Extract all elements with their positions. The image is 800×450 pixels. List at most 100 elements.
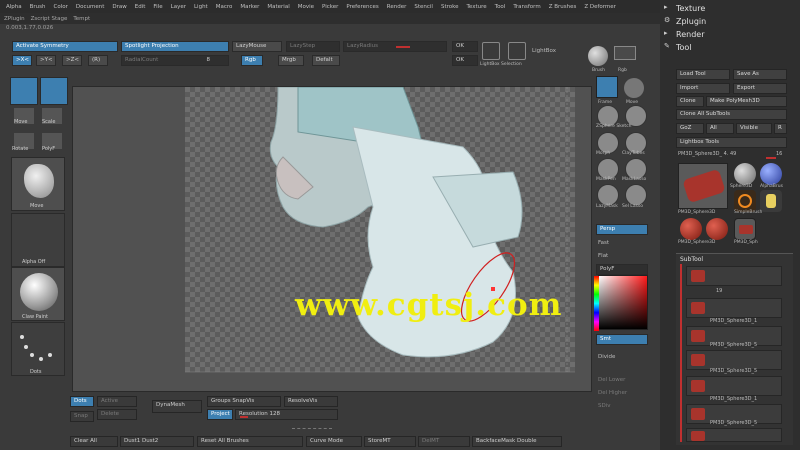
clear-all-button[interactable]: Clear All xyxy=(70,436,118,447)
dots-button[interactable]: Dots xyxy=(70,396,94,407)
delete-button[interactable]: Delete xyxy=(97,409,137,420)
make-polymesh-button[interactable]: Make PolyMesh3D xyxy=(706,96,787,107)
menu-item-movie[interactable]: Movie xyxy=(294,4,318,10)
del-higher-label[interactable]: Del Higher xyxy=(598,390,627,396)
brush-sphere-icon[interactable] xyxy=(588,46,608,66)
menu-item-light[interactable]: Light xyxy=(190,4,212,10)
sphere3d-thumb[interactable] xyxy=(734,163,756,185)
menu-item-brush[interactable]: Brush xyxy=(26,4,50,10)
snap-button[interactable]: Snap xyxy=(70,411,94,422)
symmetry-z-button[interactable]: >Z< xyxy=(62,55,82,66)
resolution-slider[interactable]: Resolution 128 xyxy=(235,409,338,420)
goz-button[interactable]: GoZ xyxy=(676,123,704,134)
subtool-item-6[interactable] xyxy=(686,428,782,442)
menu-item-picker[interactable]: Picker xyxy=(318,4,342,10)
document-icon[interactable] xyxy=(482,42,500,60)
clone-button[interactable]: Clone xyxy=(676,96,704,107)
frame-icon[interactable] xyxy=(596,76,618,98)
render-palette-title[interactable]: Render xyxy=(676,30,704,39)
menu-item-material[interactable]: Material xyxy=(263,4,293,10)
goz-r-button[interactable]: R xyxy=(774,123,787,134)
lightbox-tools-button[interactable]: Lightbox Tools xyxy=(676,137,787,148)
spotlight-projection-button[interactable]: Spotlight Projection xyxy=(121,41,229,52)
menu-item-alpha[interactable]: Alpha xyxy=(2,4,26,10)
menu-item-stroke[interactable]: Stroke xyxy=(437,4,463,10)
rgb-button[interactable]: Rgb xyxy=(241,55,263,66)
menu-item-render[interactable]: Render xyxy=(383,4,411,10)
viewport-canvas[interactable]: www.cgtsj.com xyxy=(72,86,592,392)
menu-item-edit[interactable]: Edit xyxy=(131,4,150,10)
menu-item-tool[interactable]: Tool xyxy=(491,4,510,10)
sphere-thumb-b[interactable] xyxy=(706,218,728,240)
export-button[interactable]: Export xyxy=(733,83,787,94)
goz-all-button[interactable]: All xyxy=(706,123,734,134)
del-lower-label[interactable]: Del Lower xyxy=(598,377,625,383)
draw-mode-icon[interactable] xyxy=(10,77,38,105)
subtool-item-4[interactable] xyxy=(686,376,782,396)
menu-item-z-brushes[interactable]: Z Brushes xyxy=(545,4,581,10)
project-button[interactable]: Project xyxy=(207,409,233,420)
menu-item-file[interactable]: File xyxy=(149,4,166,10)
lazymouse-button[interactable]: LazyMouse xyxy=(232,41,282,52)
symmetry-r-button[interactable]: (R) xyxy=(88,55,108,66)
zplugin-palette-title[interactable]: Zplugin xyxy=(676,17,706,26)
dynamesh-button[interactable]: DynaMesh xyxy=(152,400,202,413)
subtool-scrollbar[interactable] xyxy=(680,264,682,442)
delmt-button[interactable]: DelMT xyxy=(418,436,470,447)
save-as-button[interactable]: Save As xyxy=(733,69,787,80)
layout-icon[interactable] xyxy=(614,46,636,60)
subtool-item-0[interactable] xyxy=(686,266,782,286)
ok-bottom-button[interactable]: OK xyxy=(452,55,478,66)
storemt-button[interactable]: StoreMT xyxy=(364,436,416,447)
smt-button[interactable]: Smt xyxy=(596,334,648,345)
menu-item-transform[interactable]: Transform xyxy=(509,4,544,10)
sdiv-label[interactable]: SDiv xyxy=(598,403,611,409)
hue-strip[interactable] xyxy=(594,276,599,331)
symmetry-y-button[interactable]: >Y< xyxy=(36,55,56,66)
menu-item-stencil[interactable]: Stencil xyxy=(410,4,437,10)
menu-item-preferences[interactable]: Preferences xyxy=(342,4,382,10)
simplebrush-thumb[interactable] xyxy=(760,190,782,212)
flat-label[interactable]: Flat xyxy=(598,253,608,259)
activate-symmetry-button[interactable]: Activate Symmetry xyxy=(12,41,118,52)
zsphere-thumb[interactable] xyxy=(734,190,756,212)
radialcount-slider[interactable]: RadialCount 8 xyxy=(121,55,229,66)
active-button[interactable]: Active xyxy=(97,396,137,407)
groups-snapvis-button[interactable]: Groups SnapVis xyxy=(207,396,281,407)
backfacemask-button[interactable]: BackfaceMask Double xyxy=(472,436,562,447)
menu-item-texture[interactable]: Texture xyxy=(463,4,491,10)
current-tool-thumbnail[interactable] xyxy=(678,163,728,209)
resolvevis-button[interactable]: ResolveVis xyxy=(284,396,338,407)
tool-palette-title[interactable]: Tool xyxy=(676,43,692,52)
pm3d-thumb[interactable] xyxy=(734,218,756,240)
load-tool-button[interactable]: Load Tool xyxy=(676,69,730,80)
curve-mode-button[interactable]: Curve Mode xyxy=(306,436,362,447)
subtool-title[interactable]: SubTool xyxy=(680,256,703,263)
clone-all-subtools-button[interactable]: Clone All SubTools xyxy=(676,109,787,120)
divide-label[interactable]: Divide xyxy=(598,354,615,360)
sellasso-brush-icon[interactable] xyxy=(625,184,647,206)
sub-menu-item-0[interactable]: ZPlugin xyxy=(4,16,25,22)
polyf-button[interactable]: PolyF xyxy=(596,264,648,275)
stroke-thumbnail[interactable] xyxy=(11,322,65,376)
lazymask-brush-icon[interactable] xyxy=(597,184,619,206)
import-button[interactable]: Import xyxy=(676,83,730,94)
material-thumbnail[interactable] xyxy=(11,267,65,321)
persp-button[interactable]: Persp xyxy=(596,224,648,235)
goz-visible-button[interactable]: Visible xyxy=(736,123,772,134)
lazyradius-slider[interactable]: LazyRadius xyxy=(343,41,447,52)
subtool-item-3[interactable] xyxy=(686,350,782,370)
reset-all-brushes-button[interactable]: Reset All Brushes xyxy=(197,436,303,447)
menu-item-draw[interactable]: Draw xyxy=(108,4,130,10)
lazystep-slider[interactable]: LazyStep xyxy=(286,41,340,52)
menu-item-z-deformer[interactable]: Z Deformer xyxy=(580,4,620,10)
menu-item-color[interactable]: Color xyxy=(50,4,72,10)
fast-label[interactable]: Fast xyxy=(598,240,609,246)
menu-item-document[interactable]: Document xyxy=(72,4,109,10)
move-mode-icon[interactable] xyxy=(40,77,68,105)
dust-button[interactable]: Dust1 Dust2 xyxy=(120,436,194,447)
sub-menu-item-2[interactable]: Tempt xyxy=(73,16,90,22)
menu-item-macro[interactable]: Macro xyxy=(212,4,237,10)
menu-item-marker[interactable]: Marker xyxy=(236,4,263,10)
mrgb-button[interactable]: Mrgb xyxy=(278,55,304,66)
